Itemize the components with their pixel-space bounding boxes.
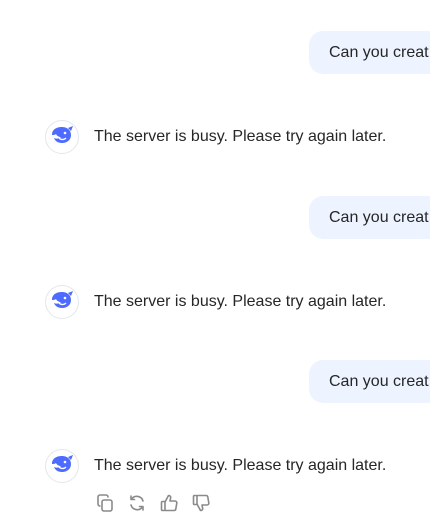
user-message-text: Can you creat bbox=[329, 44, 429, 61]
user-message: Can you creat bbox=[309, 196, 430, 239]
assistant-avatar bbox=[45, 449, 79, 483]
copy-button[interactable] bbox=[94, 492, 116, 514]
assistant-message-text: The server is busy. Please try again lat… bbox=[94, 457, 387, 474]
assistant-avatar bbox=[45, 285, 79, 319]
assistant-message: The server is busy. Please try again lat… bbox=[45, 285, 425, 319]
whale-logo-icon bbox=[50, 290, 74, 315]
user-message: Can you creat bbox=[309, 31, 430, 74]
assistant-message-text: The server is busy. Please try again lat… bbox=[94, 293, 387, 310]
user-message-text: Can you creat bbox=[329, 373, 429, 390]
user-message: Can you creat bbox=[309, 360, 430, 403]
assistant-avatar bbox=[45, 120, 79, 154]
thumbs-up-button[interactable] bbox=[158, 492, 180, 514]
regenerate-button[interactable] bbox=[126, 492, 148, 514]
whale-logo-icon bbox=[50, 125, 74, 150]
chat-thread: Can you creat The server is busy. Please… bbox=[0, 0, 430, 532]
thumbs-down-button[interactable] bbox=[190, 492, 212, 514]
user-message-text: Can you creat bbox=[329, 209, 429, 226]
thumbs-up-icon bbox=[159, 493, 179, 513]
whale-logo-icon bbox=[50, 454, 74, 479]
regenerate-icon bbox=[127, 493, 147, 513]
assistant-message: The server is busy. Please try again lat… bbox=[45, 120, 425, 154]
assistant-message-text: The server is busy. Please try again lat… bbox=[94, 128, 387, 145]
assistant-message: The server is busy. Please try again lat… bbox=[45, 449, 425, 483]
thumbs-down-icon bbox=[191, 493, 211, 513]
message-actions bbox=[94, 492, 212, 514]
copy-icon bbox=[95, 493, 115, 513]
